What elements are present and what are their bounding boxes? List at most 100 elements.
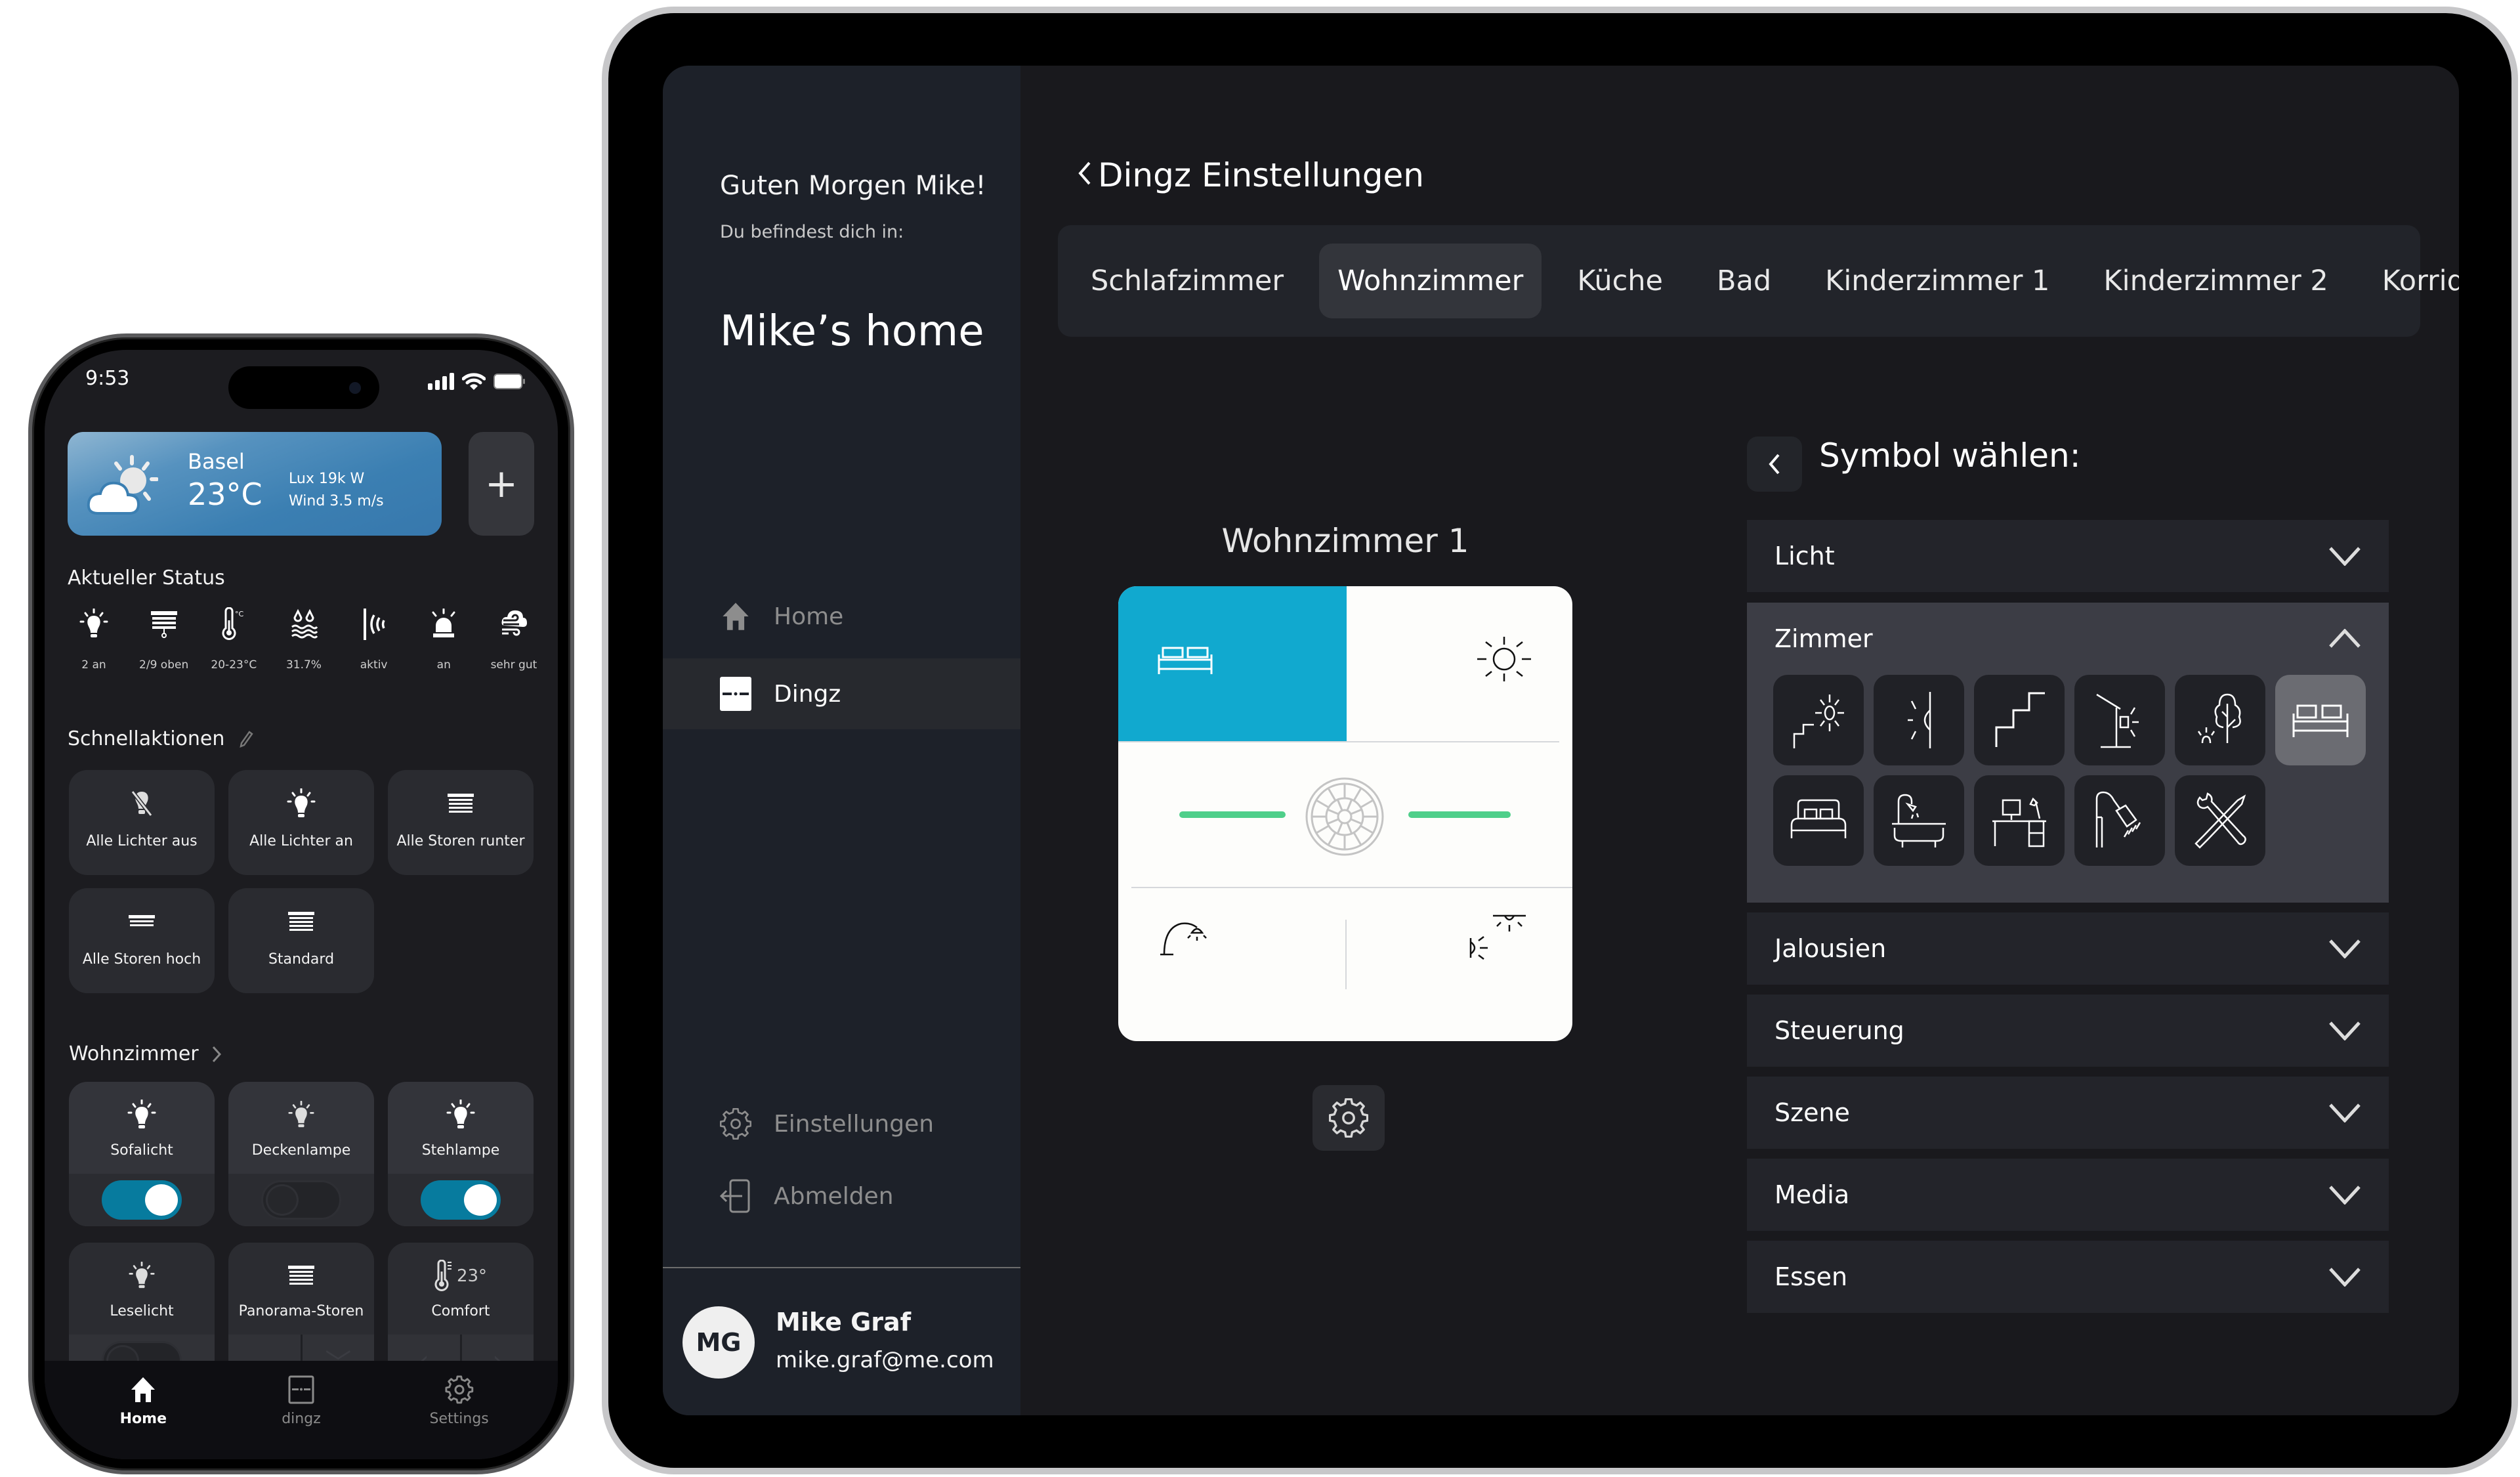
tab-bad[interactable]: Bad xyxy=(1698,244,1790,318)
tab-kueche[interactable]: Küche xyxy=(1559,244,1681,318)
lightbulb-off-icon xyxy=(129,787,155,821)
pencil-icon[interactable] xyxy=(239,730,254,748)
status-item-humidity[interactable]: 31.7% xyxy=(274,605,333,672)
cellular-signal-icon xyxy=(428,373,454,390)
page-title: Dingz Einstellungen xyxy=(1098,156,1424,194)
status-item-air-quality[interactable]: sehr gut xyxy=(484,605,543,672)
symbol-back-button[interactable] xyxy=(1747,437,1802,492)
stairs-light-icon xyxy=(1793,695,1844,748)
bathtub-icon xyxy=(1892,794,1946,847)
symbol-picker-title: Symbol wählen: xyxy=(1819,437,2081,475)
status-item-lights[interactable]: 2 an xyxy=(64,605,123,672)
tab-home[interactable]: Home xyxy=(84,1361,202,1459)
sidebar-item-dingz[interactable]: Dingz xyxy=(663,658,1020,729)
device-tile-deckenlampe[interactable]: Deckenlampe xyxy=(228,1082,374,1226)
status-item-alarm[interactable]: an xyxy=(414,605,473,672)
button-bottom-right[interactable] xyxy=(1347,888,1572,1041)
chevron-down-icon xyxy=(2329,1268,2361,1287)
symbol-stairs[interactable] xyxy=(1974,675,2065,765)
status-section-title: Aktueller Status xyxy=(68,567,225,589)
chevron-up-icon xyxy=(2329,629,2361,648)
quick-actions-title: Schnellaktionen xyxy=(68,727,225,750)
weather-wind: Wind 3.5 m/s xyxy=(289,493,384,509)
lightbulb-icon xyxy=(287,787,316,821)
toggle-deckenlampe[interactable] xyxy=(261,1180,341,1220)
lightbulb-icon xyxy=(129,1260,155,1293)
tab-dingz[interactable]: dingz xyxy=(242,1361,360,1459)
symbol-outdoor-lamp[interactable] xyxy=(2074,675,2165,765)
tab-settings[interactable]: Settings xyxy=(400,1361,518,1459)
location-subtitle: Du befindest dich in: xyxy=(720,222,904,242)
weather-card[interactable]: Basel 23°C Lux 19k W Wind 3.5 m/s xyxy=(68,432,442,536)
comfort-temperature: 23° xyxy=(456,1266,488,1286)
symbol-grid xyxy=(1747,675,2366,866)
category-essen[interactable]: Essen xyxy=(1747,1241,2389,1313)
avatar[interactable]: MG xyxy=(682,1306,755,1379)
status-item-motion[interactable]: aktiv xyxy=(345,605,404,672)
device-settings-button[interactable] xyxy=(1312,1085,1385,1151)
dimmer-level-right xyxy=(1408,811,1511,818)
quick-action-blinds-down[interactable]: Alle Storen runter xyxy=(388,770,534,875)
symbol-bathtub[interactable] xyxy=(1874,775,1964,866)
dimmer-wheel-icon[interactable] xyxy=(1304,776,1385,857)
sidebar-item-label: Dingz xyxy=(774,680,841,708)
button-top-left[interactable] xyxy=(1118,586,1347,741)
button-bottom-left[interactable] xyxy=(1118,888,1345,1041)
shower-icon xyxy=(2095,791,2141,847)
category-licht[interactable]: Licht xyxy=(1747,520,2389,592)
plus-icon: + xyxy=(484,461,518,507)
quick-action-standard[interactable]: Standard xyxy=(228,888,374,993)
category-szene[interactable]: Szene xyxy=(1747,1077,2389,1149)
status-item-blinds[interactable]: 2/9 oben xyxy=(135,605,194,672)
symbol-shower[interactable] xyxy=(2074,775,2165,866)
lightbulb-icon xyxy=(127,1099,156,1132)
symbol-tools[interactable] xyxy=(2175,775,2265,866)
sidebar-item-settings[interactable]: Einstellungen xyxy=(663,1088,1020,1159)
category-media[interactable]: Media xyxy=(1747,1159,2389,1231)
button-top-right[interactable] xyxy=(1348,586,1572,741)
toggle-stehlampe[interactable] xyxy=(421,1180,501,1220)
symbol-bed[interactable] xyxy=(1773,775,1864,866)
symbol-stairs-light[interactable] xyxy=(1773,675,1864,765)
category-zimmer-header[interactable]: Zimmer xyxy=(1747,603,2389,675)
weather-lux: Lux 19k W xyxy=(289,471,365,487)
home-name[interactable]: Mike’s home xyxy=(720,307,984,356)
toggle-sofalicht[interactable] xyxy=(102,1180,182,1220)
chevron-down-icon xyxy=(2329,939,2361,958)
category-steuerung[interactable]: Steuerung xyxy=(1747,995,2389,1067)
category-jalousien[interactable]: Jalousien xyxy=(1747,912,2389,985)
device-tile-sofalicht[interactable]: Sofalicht xyxy=(69,1082,215,1226)
sidebar-divider xyxy=(663,1267,1020,1268)
tab-kinderzimmer-1[interactable]: Kinderzimmer 1 xyxy=(1807,244,2068,318)
tab-wohnzimmer[interactable]: Wohnzimmer xyxy=(1319,244,1542,318)
blinds-icon xyxy=(150,605,178,644)
quick-action-lights-on[interactable]: Alle Lichter an xyxy=(228,770,374,875)
add-button[interactable]: + xyxy=(469,432,534,536)
sidebar-item-home[interactable]: Home xyxy=(663,581,1020,652)
quick-action-lights-off[interactable]: Alle Lichter aus xyxy=(69,770,215,875)
lightbulb-icon xyxy=(288,1099,314,1132)
blinds-icon xyxy=(288,905,314,939)
device-tile-stehlampe[interactable]: Stehlampe xyxy=(388,1082,534,1226)
symbol-garden-light[interactable] xyxy=(2175,675,2265,765)
back-button[interactable] xyxy=(1078,161,1091,186)
gear-icon xyxy=(720,1108,751,1140)
greeting: Guten Morgen Mike! xyxy=(720,171,986,201)
alarm-siren-icon xyxy=(429,605,458,644)
symbol-sofa[interactable] xyxy=(2275,675,2366,765)
home-icon xyxy=(723,603,749,630)
home-icon xyxy=(131,1377,156,1402)
room-title: Wohnzimmer xyxy=(69,1042,199,1065)
tab-korridor[interactable]: Korridor xyxy=(2364,244,2459,318)
svg-text:°C: °C xyxy=(235,610,244,618)
weather-city: Basel xyxy=(188,449,245,474)
ipad-screen: Guten Morgen Mike! Du befindest dich in:… xyxy=(663,66,2459,1415)
tab-kinderzimmer-2[interactable]: Kinderzimmer 2 xyxy=(2085,244,2346,318)
tab-schlafzimmer[interactable]: Schlafzimmer xyxy=(1072,244,1302,318)
quick-action-blinds-up[interactable]: Alle Storen hoch xyxy=(69,888,215,993)
status-item-temperature[interactable]: °C 20-23°C xyxy=(204,605,263,672)
symbol-desk[interactable] xyxy=(1974,775,2065,866)
room-header[interactable]: Wohnzimmer xyxy=(69,1042,221,1065)
sidebar-item-logout[interactable]: Abmelden xyxy=(663,1161,1020,1231)
symbol-wall-light[interactable] xyxy=(1874,675,1964,765)
